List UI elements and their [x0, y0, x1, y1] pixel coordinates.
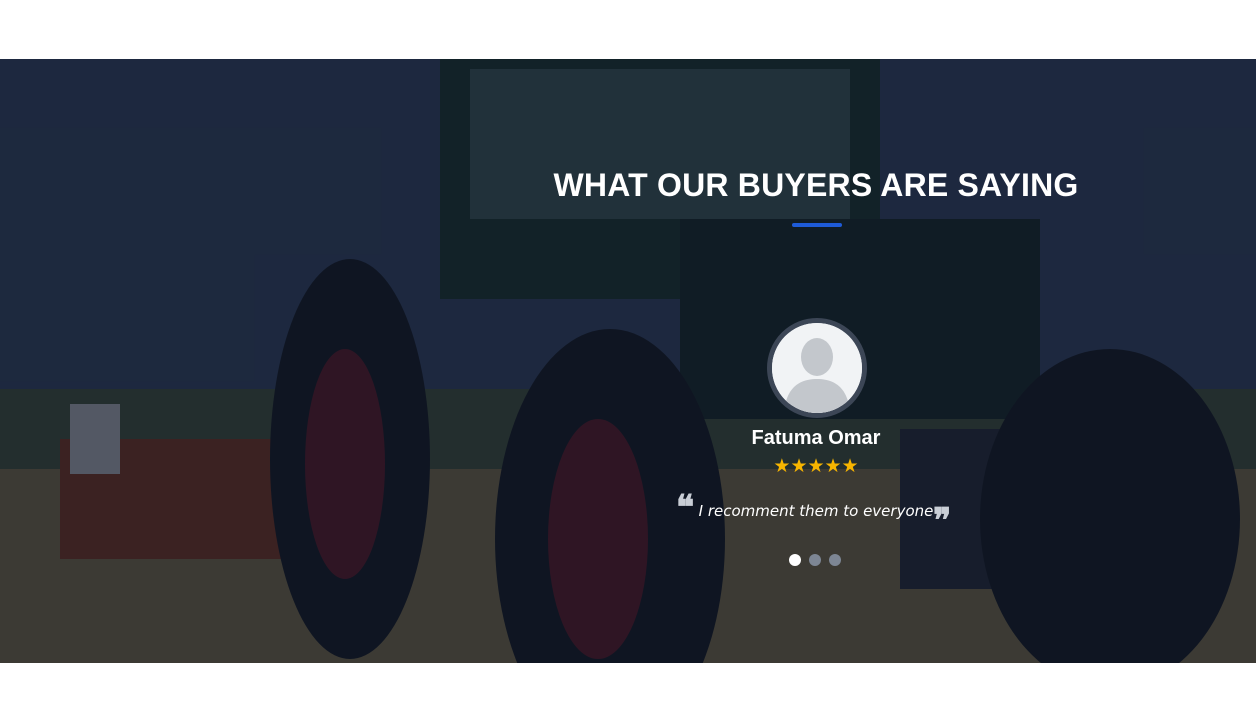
carousel-dot-3[interactable]: [829, 554, 841, 566]
section-heading: WHAT OUR BUYERS ARE SAYING: [553, 167, 1079, 203]
testimonial-text: I recomment them to everyone: [698, 502, 934, 520]
testimonial-content: WHAT OUR BUYERS ARE SAYING Fatuma Omar ★…: [0, 59, 1256, 663]
carousel-pagination: [789, 554, 841, 568]
reviewer-name: Fatuma Omar: [751, 427, 881, 449]
user-placeholder-icon: [772, 323, 862, 413]
carousel-dot-2[interactable]: [809, 554, 821, 566]
quote-close-icon: ❞: [933, 501, 952, 541]
bottom-spacer: [0, 663, 1256, 715]
carousel-dot-1[interactable]: [789, 554, 801, 566]
testimonials-section: WHAT OUR BUYERS ARE SAYING Fatuma Omar ★…: [0, 59, 1256, 663]
reviewer-avatar: [767, 318, 867, 418]
heading-underline: [792, 223, 842, 227]
rating-stars: ★★★★★: [773, 456, 859, 477]
quote-open-icon: ❝: [676, 488, 695, 528]
top-spacer: [0, 0, 1256, 59]
